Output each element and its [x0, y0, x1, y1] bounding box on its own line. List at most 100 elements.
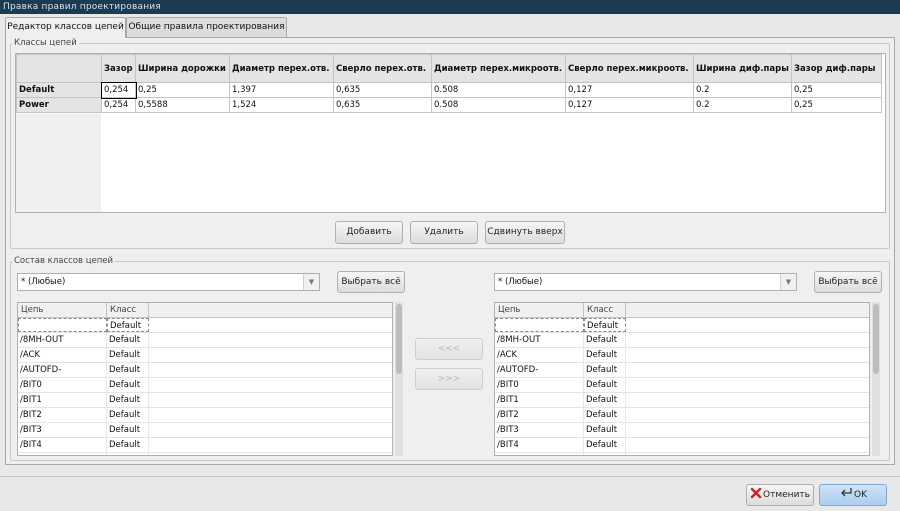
list-item[interactable]: /8MH-OUT Default: [18, 333, 392, 348]
list-item[interactable]: /ACK Default: [495, 348, 869, 363]
table-cell[interactable]: 0,635: [333, 82, 432, 98]
column-header[interactable]: Зазор диф.пары: [791, 54, 882, 83]
column-header[interactable]: Ширина дорожки: [135, 54, 230, 83]
net-name: /BIT5: [18, 453, 107, 455]
move-to-right-button[interactable]: >>>: [415, 368, 483, 390]
list-item[interactable]: /ACK Default: [18, 348, 392, 363]
column-header[interactable]: Диаметр перех.отв.: [229, 54, 334, 83]
table-cell[interactable]: 1,524: [229, 97, 334, 113]
net-class: Default: [584, 378, 626, 392]
list-item[interactable]: /BIT3 Default: [18, 423, 392, 438]
table-cell[interactable]: 0.2: [693, 82, 792, 98]
net-class: Default: [107, 318, 149, 332]
table-cell[interactable]: 0,25: [791, 97, 882, 113]
table-cell[interactable]: 0,5588: [135, 97, 230, 113]
list-item[interactable]: /BIT2 Default: [495, 408, 869, 423]
right-col-net[interactable]: Цепь: [495, 303, 584, 317]
row-header[interactable]: Default: [16, 82, 102, 98]
table-cell[interactable]: 1,397: [229, 82, 334, 98]
right-scroll-thumb[interactable]: [873, 304, 879, 374]
right-col-class[interactable]: Класс: [584, 303, 626, 317]
left-col-class[interactable]: Класс: [107, 303, 149, 317]
left-class-filter-select[interactable]: * (Любые) ▼: [17, 273, 320, 291]
ok-button[interactable]: OK: [819, 484, 887, 506]
right-select-all-button[interactable]: Выбрать всё: [814, 271, 882, 293]
net-class: Default: [107, 333, 149, 347]
list-item[interactable]: /BIT5Default: [495, 453, 869, 455]
add-class-button[interactable]: Добавить: [335, 221, 403, 244]
move-to-left-button[interactable]: <<<: [415, 338, 483, 360]
table-row: Default 0,254 0,25 1,397 0,635 0.508 0,127 0.2 0…: [16, 81, 882, 99]
move-up-button[interactable]: Сдвинуть вверх: [485, 221, 565, 244]
net-name: /AUTOFD-: [495, 363, 584, 377]
right-net-list[interactable]: Цепь Класс Default/8MH-OUT Default/ACK Def…: [494, 302, 870, 456]
net-name: [495, 318, 584, 332]
list-item[interactable]: Default: [495, 318, 869, 333]
net-class: Default: [107, 378, 149, 392]
list-item[interactable]: /AUTOFD- Default: [18, 363, 392, 378]
list-item[interactable]: /BIT2 Default: [18, 408, 392, 423]
net-class: Default: [107, 453, 149, 455]
right-filter-value: * (Любые): [498, 277, 543, 287]
ok-label: OK: [854, 490, 867, 500]
list-item[interactable]: /AUTOFD- Default: [495, 363, 869, 378]
left-list-scrollbar[interactable]: [395, 302, 403, 456]
right-class-filter-select[interactable]: * (Любые) ▼: [494, 273, 797, 291]
table-cell[interactable]: 0,254: [100, 81, 137, 99]
table-cell[interactable]: 0,127: [565, 97, 694, 113]
net-name: /BIT1: [18, 393, 107, 407]
list-item[interactable]: /8MH-OUT Default: [495, 333, 869, 348]
table-cell[interactable]: 0.508: [431, 97, 566, 113]
window-title: Правка правил проектирования: [0, 0, 900, 14]
list-item[interactable]: Default: [18, 318, 392, 333]
column-header[interactable]: Ширина диф.пары: [693, 54, 792, 83]
list-item[interactable]: /BIT0 Default: [18, 378, 392, 393]
net-class: Default: [584, 453, 626, 455]
left-scroll-thumb[interactable]: [396, 304, 402, 374]
net-name: /ACK: [18, 348, 107, 362]
list-item[interactable]: /BIT1 Default: [18, 393, 392, 408]
column-header[interactable]: Сверло перех.микроотв.: [565, 54, 694, 83]
net-classes-table: Зазор Ширина дорожки Диаметр перех.отв. Све…: [16, 54, 882, 113]
column-header[interactable]: Диаметр перех.микроотв.: [431, 54, 566, 83]
net-class: Default: [107, 393, 149, 407]
right-list-scrollbar[interactable]: [872, 302, 880, 456]
table-cell[interactable]: 0,25: [791, 82, 882, 98]
net-name: /8MH-OUT: [495, 333, 584, 347]
list-item[interactable]: /BIT1 Default: [495, 393, 869, 408]
cancel-label: Отменить: [763, 490, 810, 500]
table-row: Power 0,254 0,5588 1,524 0,635 0.508 0,127 0.2 0…: [16, 97, 882, 113]
list-item[interactable]: /BIT0 Default: [495, 378, 869, 393]
left-net-list[interactable]: Цепь Класс Default/8MH-OUT Default/ACK Def…: [17, 302, 393, 456]
table-cell[interactable]: 0.508: [431, 82, 566, 98]
list-item[interactable]: /BIT3 Default: [495, 423, 869, 438]
tab-net-class-editor[interactable]: Редактор классов цепей: [5, 17, 126, 38]
table-cell[interactable]: 0,127: [565, 82, 694, 98]
column-header[interactable]: Зазор: [101, 54, 136, 83]
left-col-net[interactable]: Цепь: [18, 303, 107, 317]
net-name: /BIT3: [18, 423, 107, 437]
membership-group-title: Состав классов цепей: [12, 256, 116, 266]
list-item[interactable]: /BIT4 Default: [495, 438, 869, 453]
net-classes-table-container: Зазор Ширина дорожки Диаметр перех.отв. Све…: [15, 53, 886, 213]
table-cell[interactable]: 0,635: [333, 97, 432, 113]
remove-class-button[interactable]: Удалить: [410, 221, 478, 244]
net-name: /BIT1: [495, 393, 584, 407]
column-header[interactable]: Сверло перех.отв.: [333, 54, 432, 83]
net-class: Default: [584, 393, 626, 407]
net-class: Default: [584, 318, 626, 332]
list-item[interactable]: /BIT4 Default: [18, 438, 392, 453]
net-name: [18, 318, 107, 332]
table-cell[interactable]: 0,25: [135, 82, 230, 98]
row-header[interactable]: Power: [16, 97, 102, 113]
table-cell[interactable]: 0.2: [693, 97, 792, 113]
enter-arrow-icon: [841, 488, 852, 497]
table-cell[interactable]: 0,254: [101, 97, 136, 113]
left-filter-value: * (Любые): [21, 277, 66, 287]
left-select-all-button[interactable]: Выбрать всё: [337, 271, 405, 293]
tab-global-design-rules[interactable]: Общие правила проектирования: [126, 17, 287, 37]
list-item[interactable]: /BIT5Default: [18, 453, 392, 455]
net-name: /ACK: [495, 348, 584, 362]
cancel-button[interactable]: Отменить: [746, 484, 814, 506]
net-classes-group-title: Классы цепей: [12, 38, 79, 48]
